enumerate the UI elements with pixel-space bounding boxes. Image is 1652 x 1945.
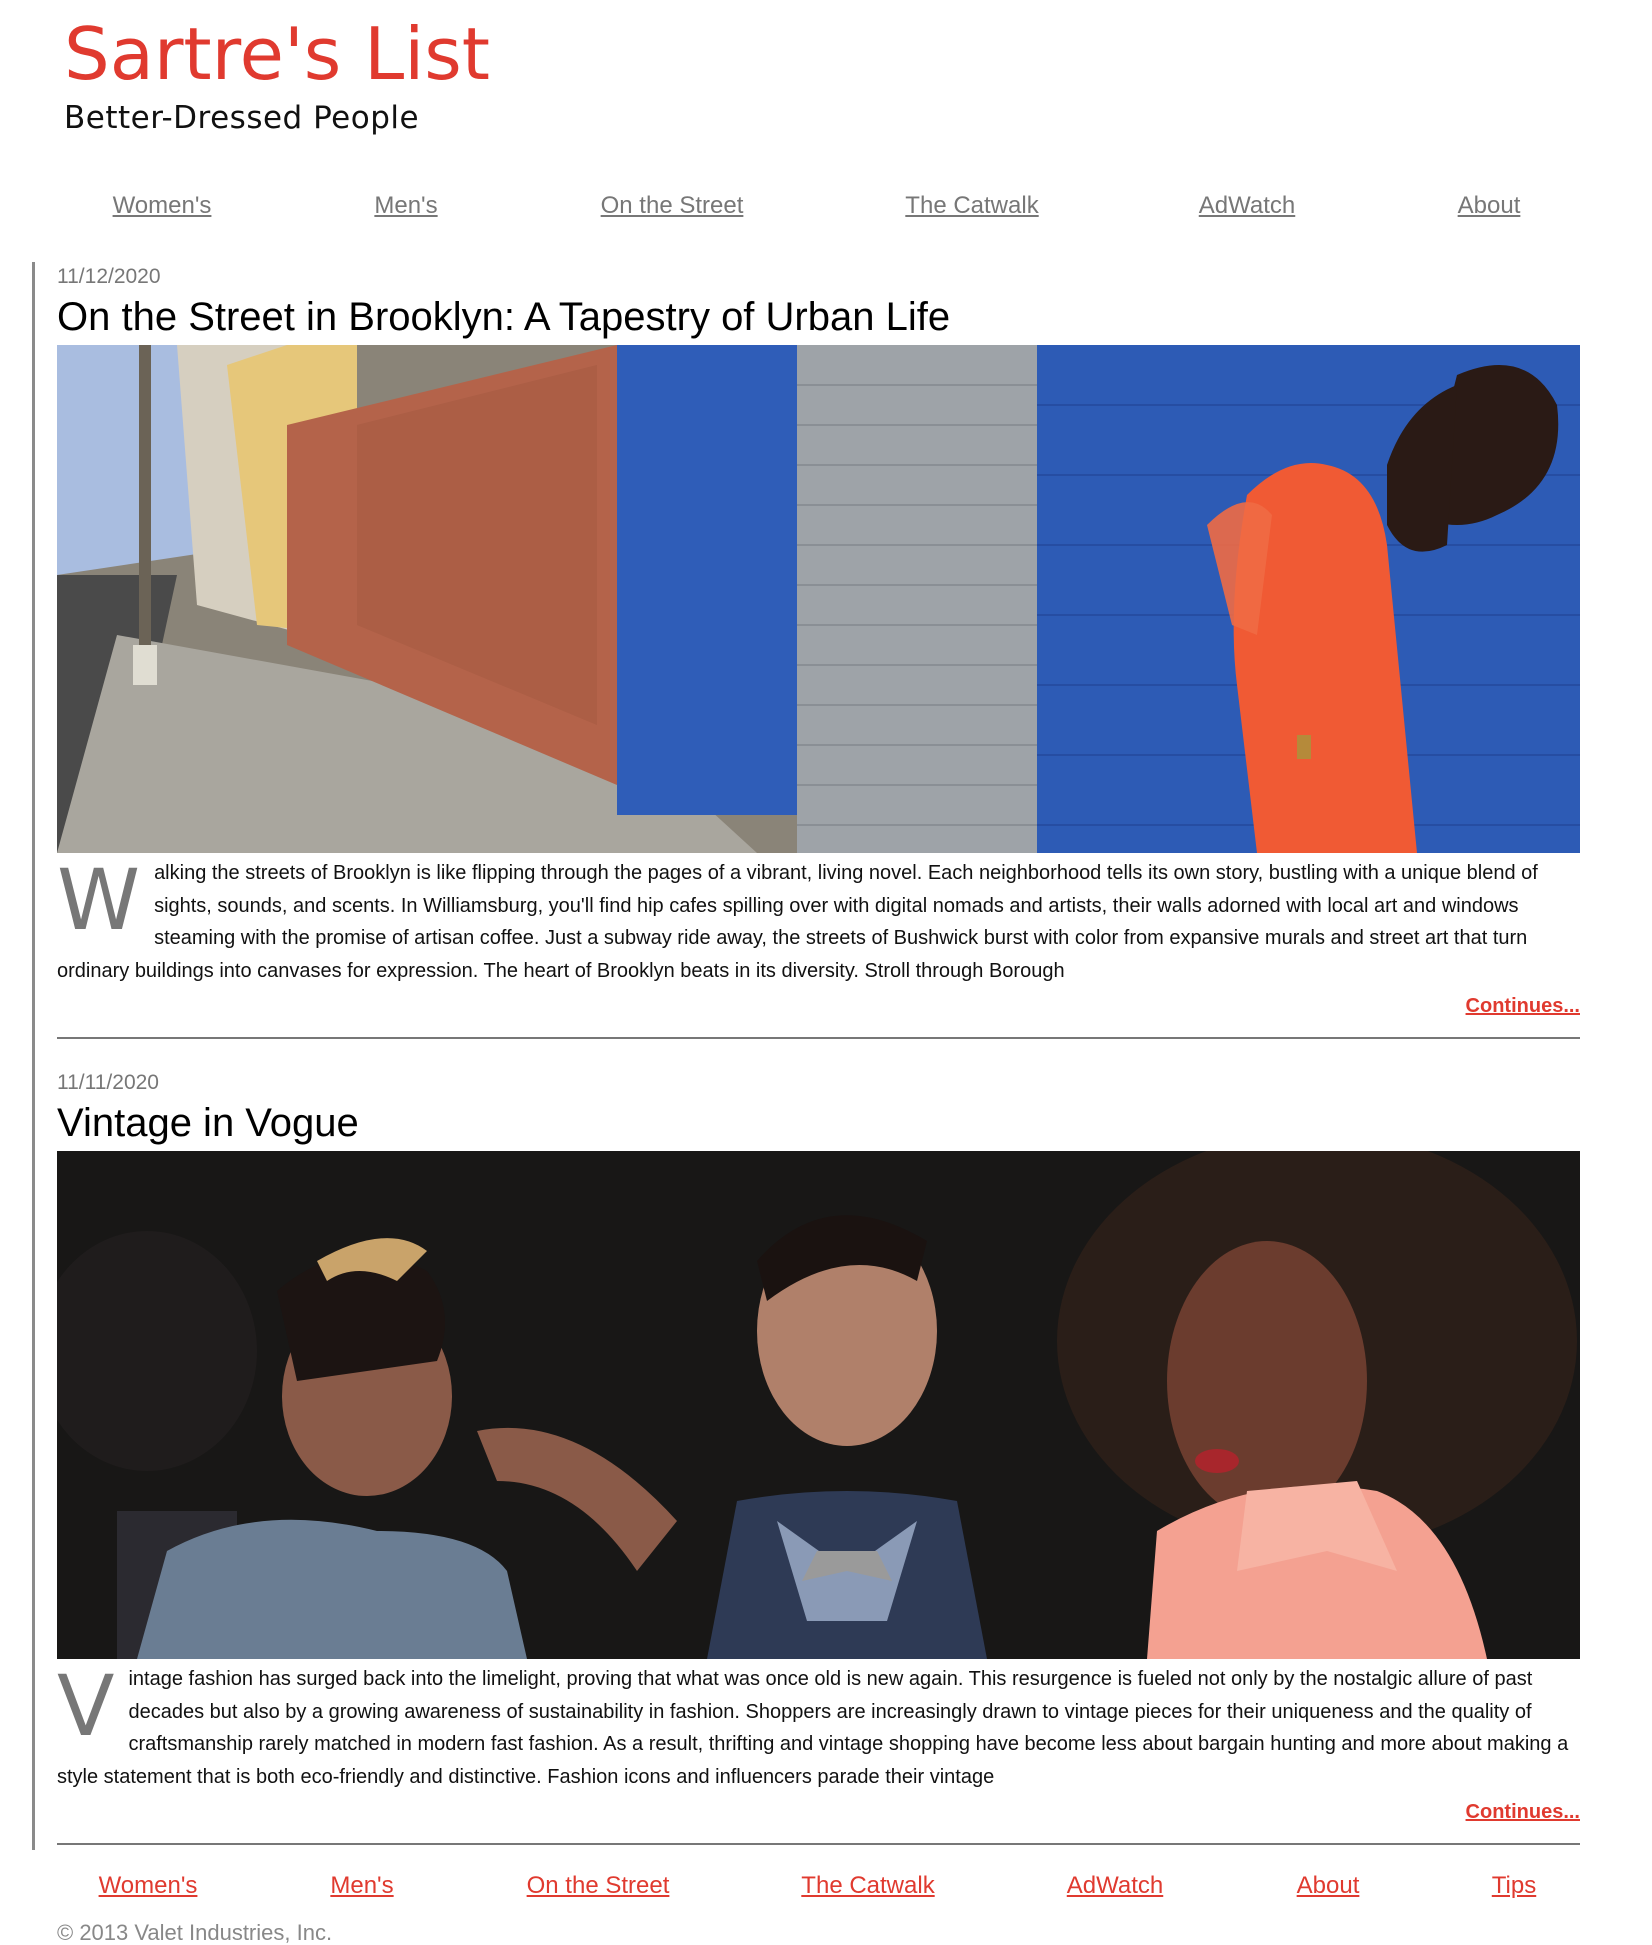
post-body: intage fashion has surged back into the … <box>57 1668 1569 1788</box>
post-date: 11/12/2020 <box>57 265 161 288</box>
site-tagline: Better-Dressed People <box>64 100 420 136</box>
top-nav-on-the-street[interactable]: On the Street <box>601 192 744 220</box>
post-image-brooklyn-street[interactable] <box>57 345 1580 853</box>
bottom-nav-about[interactable]: About <box>1297 1872 1360 1900</box>
left-rule <box>32 262 35 1850</box>
continues-link[interactable]: Continues... <box>1466 995 1580 1018</box>
bottom-nav-adwatch[interactable]: AdWatch <box>1067 1872 1163 1900</box>
top-nav-mens[interactable]: Men's <box>374 192 437 220</box>
post-title[interactable]: On the Street in Brooklyn: A Tapestry of… <box>57 297 1580 337</box>
post-excerpt: Walking the streets of Brooklyn is like … <box>57 857 1580 987</box>
top-nav-adwatch[interactable]: AdWatch <box>1199 192 1295 220</box>
bottom-nav-tips[interactable]: Tips <box>1492 1872 1536 1900</box>
post-vintage: 11/11/2020 Vintage in Vogue V intage fas… <box>57 1071 1580 1845</box>
post-divider <box>57 1843 1580 1845</box>
post-brooklyn: 11/12/2020 On the Street in Brooklyn: A … <box>57 265 1580 1039</box>
top-nav-the-catwalk[interactable]: The Catwalk <box>905 192 1038 220</box>
dropcap: W <box>57 857 141 949</box>
bottom-nav-the-catwalk[interactable]: The Catwalk <box>801 1872 934 1900</box>
post-excerpt: Vintage fashion has surged back into the… <box>57 1663 1580 1793</box>
post-divider <box>57 1037 1580 1039</box>
bottom-nav-womens[interactable]: Women's <box>99 1872 198 1900</box>
copyright: © 2013 Valet Industries, Inc. <box>57 1920 333 1945</box>
bottom-nav-mens[interactable]: Men's <box>330 1872 393 1900</box>
top-nav: Women's Men's On the Street The Catwalk … <box>0 192 1652 228</box>
top-nav-womens[interactable]: Women's <box>113 192 212 220</box>
bottom-nav: Women's Men's On the Street The Catwalk … <box>0 1872 1652 1906</box>
dropcap: V <box>57 1663 115 1755</box>
post-image-vintage-people[interactable] <box>57 1151 1580 1659</box>
post-title[interactable]: Vintage in Vogue <box>57 1103 1580 1143</box>
masthead: Sartre's List Better-Dressed People <box>64 18 490 136</box>
top-nav-about[interactable]: About <box>1458 192 1521 220</box>
site-title[interactable]: Sartre's List <box>64 18 490 90</box>
continues-link[interactable]: Continues... <box>1466 1801 1580 1824</box>
bottom-nav-on-the-street[interactable]: On the Street <box>527 1872 670 1900</box>
post-date: 11/11/2020 <box>57 1071 159 1094</box>
post-body: alking the streets of Brooklyn is like f… <box>57 862 1538 982</box>
